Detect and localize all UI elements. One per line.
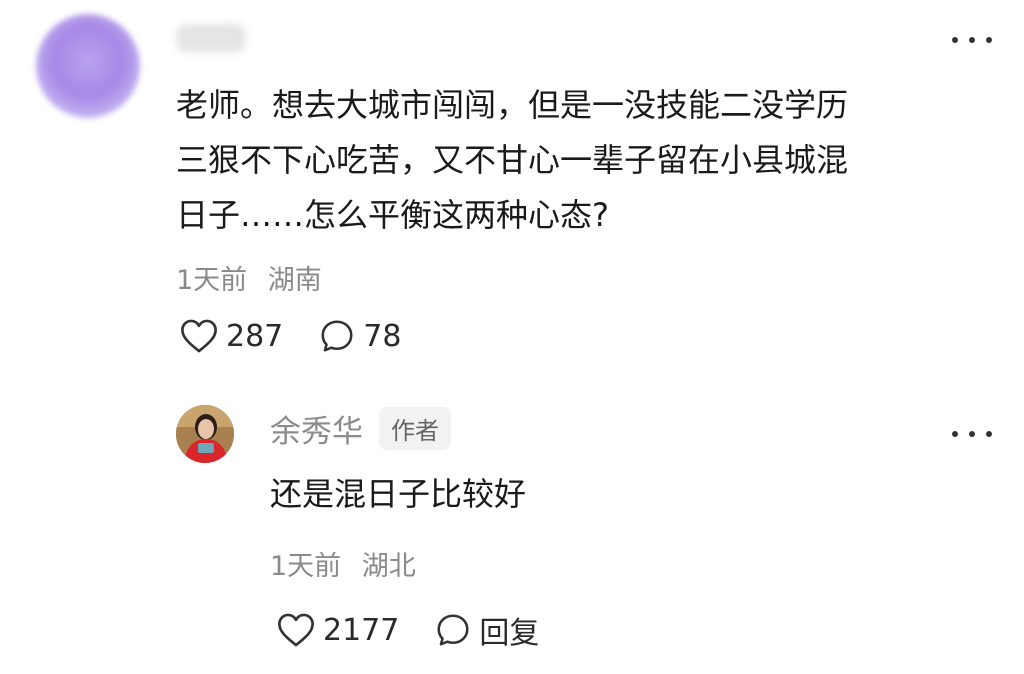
comment-more-button[interactable] (952, 28, 992, 52)
reply-header: 余秀华 作者 (270, 406, 451, 451)
reply-like-count: 2177 (323, 612, 400, 648)
comment-actions: 287 78 (180, 318, 401, 354)
reply-count: 78 (363, 318, 402, 354)
reply-label: 回复 (479, 616, 540, 651)
heart-outline-icon (278, 613, 314, 647)
reply-time: 1天前 (270, 551, 342, 582)
reply-author-name[interactable]: 余秀华 (270, 406, 363, 451)
speech-bubble-icon (321, 320, 353, 352)
like-count: 287 (226, 318, 284, 354)
reply-location: 湖北 (361, 551, 416, 582)
commenter-avatar[interactable] (36, 14, 140, 118)
comment-time: 1天前 (176, 265, 248, 296)
comment-text: 老师。想去大城市闯闯，但是一没技能二没学历 三狠不下心吃苦，又不甘心一辈子留在小… (176, 86, 849, 234)
author-avatar-image (176, 405, 234, 463)
comment-location: 湖南 (267, 265, 322, 296)
like-button[interactable]: 287 (180, 318, 283, 354)
reply-meta: 1天前 湖北 (270, 544, 416, 583)
reply-to-reply-button[interactable]: 回复 (435, 608, 539, 652)
commenter-username[interactable] (176, 24, 246, 52)
reply-count-button[interactable]: 78 (319, 318, 401, 354)
reply-text: 还是混日子比较好 (270, 475, 527, 513)
author-badge: 作者 (379, 407, 451, 450)
comment-meta: 1天前 湖南 (176, 258, 322, 297)
reply-author-avatar[interactable] (176, 405, 234, 463)
reply-more-button[interactable] (952, 422, 992, 446)
ellipsis-icon (952, 431, 958, 437)
ellipsis-icon (952, 37, 958, 43)
heart-outline-icon (181, 319, 217, 353)
speech-bubble-icon (437, 614, 469, 646)
reply-like-button[interactable]: 2177 (277, 612, 399, 648)
comment-thread: 老师。想去大城市闯闯，但是一没技能二没学历 三狠不下心吃苦，又不甘心一辈子留在小… (0, 0, 1024, 674)
reply-actions: 2177 回复 (277, 608, 539, 652)
